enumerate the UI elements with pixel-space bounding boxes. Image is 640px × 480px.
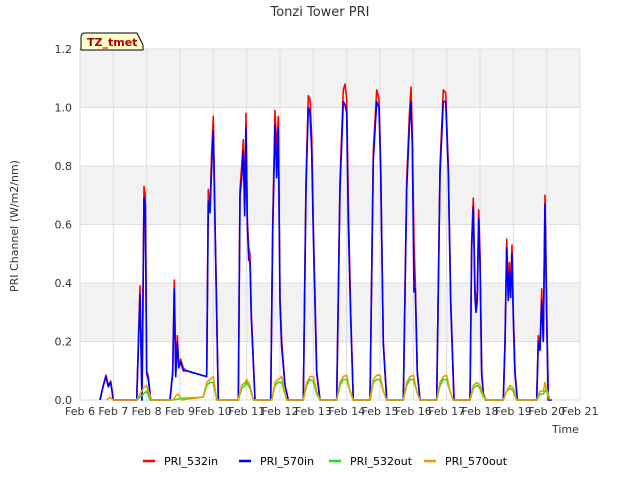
x-tick-label: Feb 15: [362, 405, 399, 418]
series-line-pri_532in: [99, 83, 552, 401]
y-tick-label: 0.8: [55, 160, 73, 173]
legend-label: PRI_570in: [260, 455, 314, 468]
chart: Tonzi Tower PRI 0.00.20.40.60.81.01.2 Fe…: [8, 5, 598, 468]
background-band: [80, 49, 580, 108]
x-tick-label: Feb 21: [562, 405, 599, 418]
x-tick-label: Feb 19: [495, 405, 532, 418]
x-tick-label: Feb 10: [195, 405, 232, 418]
x-tick-label: Feb 8: [132, 405, 162, 418]
background-band: [80, 166, 580, 225]
x-tick-labels: Feb 6 Feb 7 Feb 8 Feb 9 Feb 10Feb 11Feb 12Fe…: [65, 405, 598, 418]
legend-item-pri_532out: PRI_532out: [329, 455, 413, 468]
legend-label: PRI_532out: [350, 455, 413, 468]
y-tick-label: 0.6: [55, 219, 73, 232]
y-tick-label: 0.4: [55, 277, 73, 290]
y-tick-labels: 0.00.20.40.60.81.01.2: [55, 43, 73, 407]
annotation-tag: TZ_tmet: [80, 32, 144, 51]
legend-label: PRI_532in: [164, 455, 218, 468]
legend: PRI_532in PRI_570in PRI_532out PRI_570out: [143, 455, 508, 468]
x-tick-label: Feb 20: [528, 405, 565, 418]
y-tick-label: 0.2: [55, 336, 73, 349]
x-tick-label: Feb 13: [295, 405, 332, 418]
x-tick-label: Feb 17: [428, 405, 465, 418]
x-tick-label: Feb 12: [262, 405, 299, 418]
x-tick-label: Feb 18: [462, 405, 499, 418]
annotation-text: TZ_tmet: [87, 36, 137, 49]
x-tick-label: Feb 16: [395, 405, 432, 418]
legend-label: PRI_570out: [445, 455, 508, 468]
chart-title: Tonzi Tower PRI: [270, 5, 370, 20]
x-tick-label: Feb 14: [328, 405, 365, 418]
series-line-pri_570in: [99, 100, 552, 401]
x-axis-label: Time: [551, 423, 579, 436]
legend-item-pri_570in: PRI_570in: [239, 455, 314, 468]
legend-item-pri_532in: PRI_532in: [143, 455, 218, 468]
x-tick-label: Feb 11: [228, 405, 265, 418]
x-tick-label: Feb 9: [165, 405, 195, 418]
x-tick-label: Feb 6: [65, 405, 95, 418]
y-tick-label: 1.2: [55, 43, 73, 56]
series-layer: [99, 83, 552, 401]
y-tick-label: 1.0: [55, 102, 73, 115]
y-axis-label: PRI Channel (W/m2/nm): [8, 160, 21, 292]
legend-item-pri_570out: PRI_570out: [424, 455, 508, 468]
x-tick-label: Feb 7: [98, 405, 128, 418]
